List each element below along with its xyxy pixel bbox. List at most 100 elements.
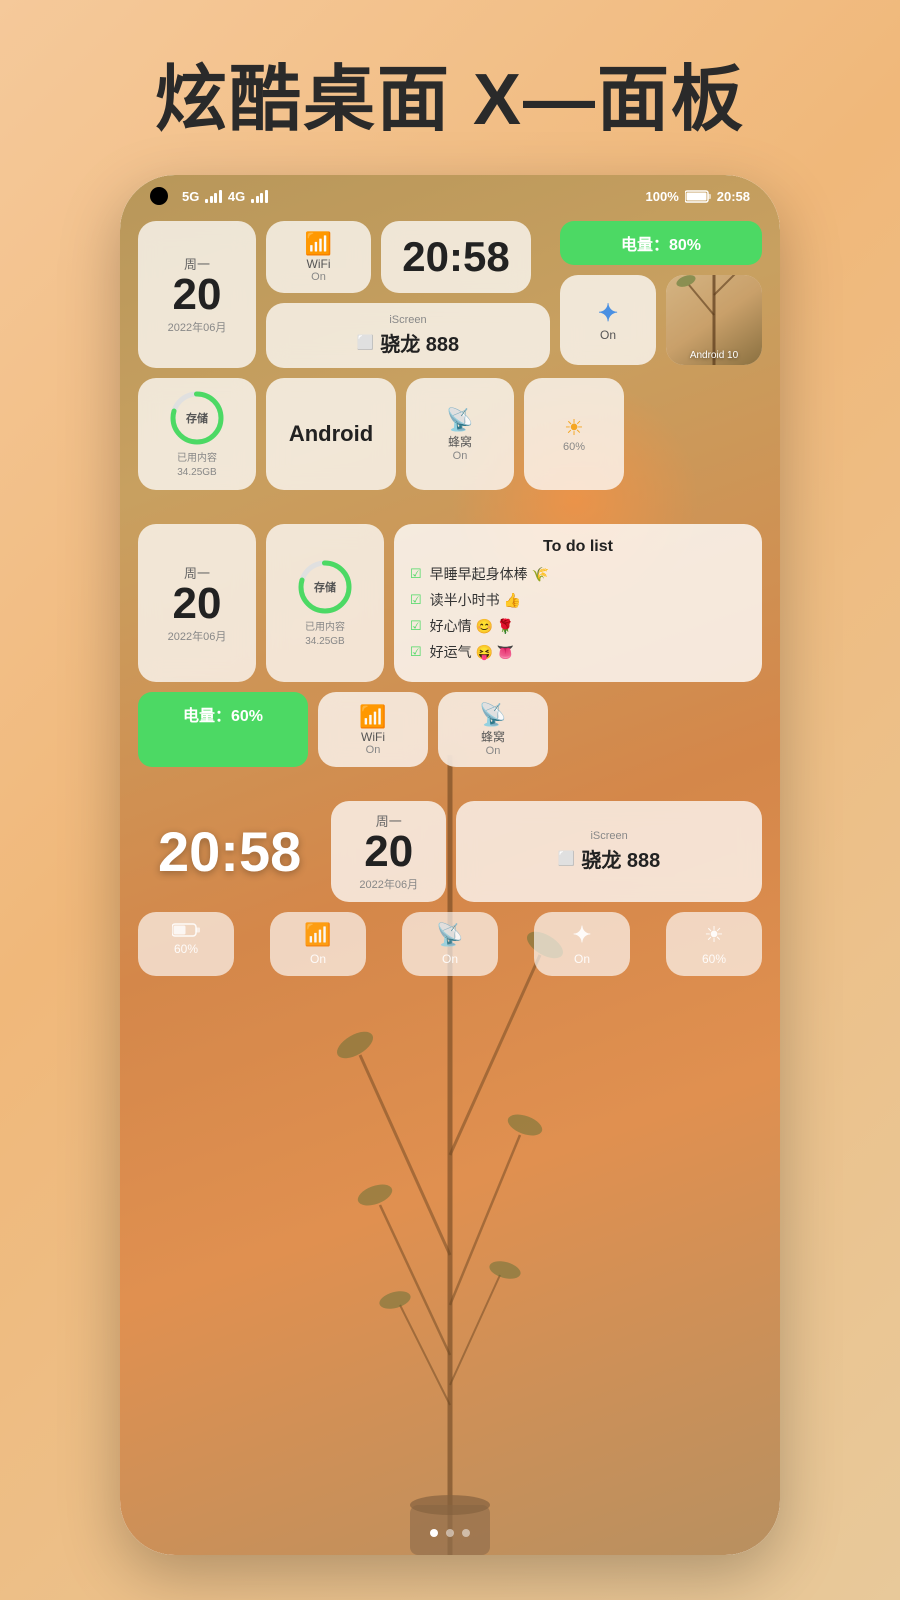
section2-row1: 周一 20 2022年06月 存储 已用内容 34.2: [138, 524, 762, 682]
section-divider-1: [138, 500, 762, 514]
cpu-widget-2[interactable]: iScreen ⬜ 骁龙 888: [456, 801, 762, 902]
iscreen-label-1: iScreen: [389, 314, 426, 326]
cellular-icon-2: 📡: [479, 702, 506, 728]
big-clock-widget[interactable]: 20:58: [138, 801, 321, 902]
camera-hole: [150, 187, 168, 205]
status-bar: 5G 4G 100%: [120, 175, 780, 213]
android-version: Android 10: [690, 350, 738, 365]
todo-text-1: 早睡早起身体棒 🌾: [430, 564, 549, 584]
battery-icon: [685, 190, 711, 203]
section2-row2: 电量：60% 📶 WiFi On 📡 蜂窝 On: [138, 692, 762, 767]
todo-item-4: ☑ 好运气 😝 👅: [410, 642, 746, 662]
battery-green-widget[interactable]: 电量：80% ✦ On: [560, 221, 762, 368]
bottom-bluetooth-status: On: [574, 952, 590, 966]
photo-widget-1[interactable]: Android 10: [666, 275, 762, 365]
bottom-cellular-status: On: [442, 952, 458, 966]
todo-widget[interactable]: To do list ☑ 早睡早起身体棒 🌾 ☑ 读半小时书 👍 ☑ 好心情 😊…: [394, 524, 762, 682]
storage-circle: 存储: [167, 388, 227, 448]
bottom-brightness-level: 60%: [702, 952, 726, 966]
bottom-battery-widget[interactable]: 60%: [138, 912, 234, 976]
iscreen-label-2: iScreen: [590, 830, 627, 842]
battery-green-2: 电量：60%: [138, 692, 308, 767]
storage-widget-1[interactable]: 存储 已用内容 34.25GB: [138, 378, 256, 490]
storage-inner-label: 存储: [186, 410, 208, 426]
todo-check-4: ☑: [410, 644, 422, 660]
todo-item-1: ☑ 早睡早起身体棒 🌾: [410, 564, 746, 584]
bottom-cellular-icon: 📡: [436, 922, 463, 948]
storage-inner-label-2: 存储: [314, 579, 336, 595]
bluetooth-label: On: [600, 328, 616, 342]
calendar-year-3: 2022年06月: [359, 876, 418, 892]
status-time: 20:58: [717, 189, 750, 204]
todo-item-3: ☑ 好心情 😊 🌹: [410, 616, 746, 636]
status-right: 100% 20:58: [646, 189, 751, 204]
wifi-widget-1[interactable]: 📶 WiFi On: [266, 221, 371, 293]
bottom-bluetooth-widget[interactable]: ✦ On: [534, 912, 630, 976]
wifi-icon: 📶: [305, 231, 332, 257]
todo-check-2: ☑: [410, 592, 422, 608]
calendar-widget-3[interactable]: 周一 20 2022年06月: [331, 801, 446, 902]
calendar-day-2: 20: [173, 582, 222, 626]
battery-green-label: 电量：80%: [560, 221, 762, 265]
storage-widget-2[interactable]: 存储 已用内容 34.25GB: [266, 524, 384, 682]
signal-bars: [205, 190, 222, 203]
bt-photo-row: ✦ On: [560, 275, 762, 365]
todo-check-1: ☑: [410, 566, 422, 582]
section-divider-2: [138, 777, 762, 791]
clock-widget-1[interactable]: 20:58: [381, 221, 531, 293]
bottom-icon-row: 60% 📶 On 📡 On ✦ On ☀: [138, 912, 762, 976]
cpu-text-1: 骁龙 888: [380, 328, 459, 357]
cellular-widget-2[interactable]: 📡 蜂窝 On: [438, 692, 548, 767]
page-title: 炫酷桌面 X—面板: [155, 40, 745, 145]
todo-title: To do list: [410, 538, 746, 556]
phone-frame: 5G 4G 100%: [120, 175, 780, 1555]
widgets-area: 周一 20 2022年06月 📶 WiFi On: [120, 213, 780, 984]
cellular-status-2: On: [486, 745, 501, 757]
bottom-brightness-widget[interactable]: ☀ 60%: [666, 912, 762, 976]
calendar-day-3: 20: [364, 830, 413, 874]
cpu-widget-1[interactable]: iScreen ⬜ 骁龙 888: [266, 303, 550, 368]
wifi-widget-2[interactable]: 📶 WiFi On: [318, 692, 428, 767]
bottom-bluetooth-icon: ✦: [573, 922, 591, 948]
dot-2[interactable]: [446, 1529, 454, 1537]
todo-check-3: ☑: [410, 618, 422, 634]
android-widget[interactable]: Android: [266, 378, 396, 490]
cpu-inner-2: ⬜ 骁龙 888: [558, 844, 660, 873]
bottom-wifi-status: On: [310, 952, 326, 966]
center-col-1: 📶 WiFi On 20:58 iScreen: [266, 221, 550, 368]
storage-circle-2: 存储: [295, 557, 355, 617]
bluetooth-widget-1[interactable]: ✦ On: [560, 275, 656, 365]
cellular-icon-1: 📡: [446, 407, 473, 433]
todo-text-4: 好运气 😝 👅: [430, 642, 515, 662]
storage-used-text: 已用内容 34.25GB: [177, 452, 217, 480]
big-clock-time: 20:58: [158, 819, 301, 884]
bottom-cellular-widget[interactable]: 📡 On: [402, 912, 498, 976]
calendar-year: 2022年06月: [168, 319, 227, 335]
cpu-icon: ⬜: [357, 334, 374, 351]
widget-row-1: 周一 20 2022年06月 📶 WiFi On: [138, 221, 762, 368]
calendar-year-2: 2022年06月: [168, 628, 227, 644]
calendar-widget-1[interactable]: 周一 20 2022年06月: [138, 221, 256, 368]
storage-used-text-2: 已用内容 34.25GB: [305, 621, 345, 649]
battery-percent: 100%: [646, 189, 679, 204]
cellular-label-2: 蜂窝: [481, 728, 505, 745]
brightness-widget-1[interactable]: ☀ 60%: [524, 378, 624, 490]
dot-1[interactable]: [430, 1529, 438, 1537]
signal-bars-2: [251, 190, 268, 203]
network-label: 5G: [182, 189, 199, 204]
widget-row-2: 存储 已用内容 34.25GB Android 📡 蜂窝 On: [138, 378, 762, 490]
bottom-battery-level: 60%: [174, 942, 198, 956]
cpu-icon-2: ⬜: [558, 850, 575, 867]
calendar-widget-2[interactable]: 周一 20 2022年06月: [138, 524, 256, 682]
wifi-label: WiFi: [307, 257, 331, 271]
bottom-wifi-widget[interactable]: 📶 On: [270, 912, 366, 976]
cellular-widget-1[interactable]: 📡 蜂窝 On: [406, 378, 514, 490]
cellular-label-1: 蜂窝: [448, 433, 472, 450]
dot-3[interactable]: [462, 1529, 470, 1537]
wifi-status-2: On: [366, 744, 381, 756]
cpu-inner: ⬜ 骁龙 888: [357, 328, 459, 357]
page-dots: [430, 1529, 470, 1537]
cpu-text-2: 骁龙 888: [581, 844, 660, 873]
clock-time: 20:58: [402, 233, 509, 281]
bottom-brightness-icon: ☀: [704, 922, 724, 948]
